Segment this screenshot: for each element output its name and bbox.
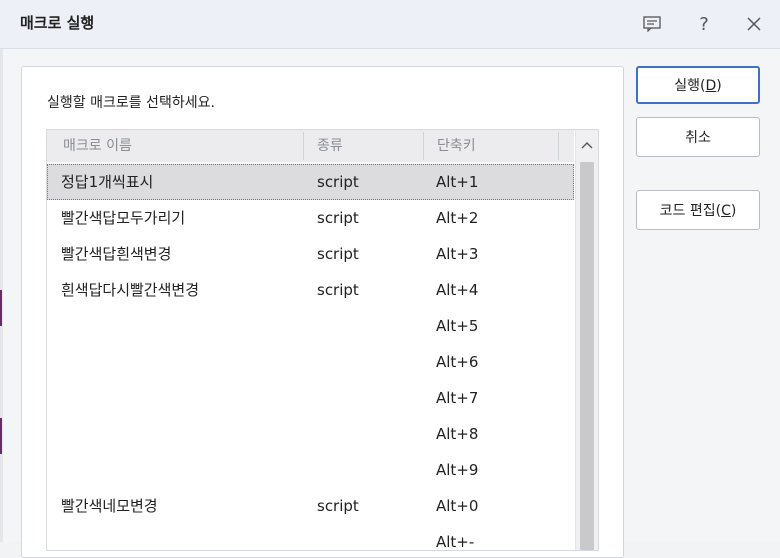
column-divider[interactable] [558,132,559,160]
select-prompt: 실행할 매크로를 선택하세요. [47,95,215,111]
shortcut-cell: Alt+8 [436,425,479,443]
macro-type-cell: script [317,209,359,227]
macro-name-cell: 빨간색네모변경 [61,497,158,515]
macro-type-cell: script [317,281,359,299]
comment-icon[interactable] [638,10,666,38]
help-icon[interactable]: ? [690,10,718,38]
macro-name-cell: 흰색답다시빨간색변경 [61,281,200,299]
edge-marker [0,418,2,454]
scroll-up-icon[interactable] [576,130,598,160]
shortcut-cell: Alt+0 [436,497,479,515]
table-row[interactable]: Alt+6 [47,344,574,380]
table-row[interactable]: Alt+5 [47,308,574,344]
table-row[interactable]: Alt+7 [47,380,574,416]
table-row[interactable]: 빨간색답흰색변경 script Alt+3 [47,236,574,272]
list-header: 매크로 이름 종류 단축키 [47,130,574,162]
table-row[interactable]: 빨간색답모두가리기 script Alt+2 [47,200,574,236]
table-row[interactable]: Alt+9 [47,452,574,488]
shortcut-cell: Alt+4 [436,281,479,299]
macro-list[interactable]: 매크로 이름 종류 단축키 정답1개씩표시 script Alt+1 빨간색답모두가리… [46,129,599,551]
table-row[interactable]: Alt+8 [47,416,574,452]
title-bar: 매크로 실행 ? [0,0,780,49]
vertical-scrollbar[interactable] [575,130,598,550]
macro-name-cell: 빨간색답흰색변경 [61,245,172,263]
macro-name-cell: 정답1개씩표시 [61,173,154,191]
macro-type-cell: script [317,173,359,191]
column-header-name[interactable]: 매크로 이름 [47,130,303,162]
shortcut-cell: Alt+3 [436,245,479,263]
shortcut-cell: Alt+9 [436,461,479,479]
shortcut-cell: Alt+1 [436,173,479,191]
macro-type-cell: script [317,245,359,263]
window-edge [0,0,3,542]
cancel-button[interactable]: 취소 [636,117,760,157]
edit-code-button[interactable]: 코드 편집(C) [636,190,760,230]
table-row[interactable]: 빨간색네모변경 script Alt+0 [47,488,574,524]
shortcut-cell: Alt+- [436,533,475,551]
shortcut-cell: Alt+7 [436,389,479,407]
table-row[interactable]: 흰색답다시빨간색변경 script Alt+4 [47,272,574,308]
shortcut-cell: Alt+6 [436,353,479,371]
dialog-title: 매크로 실행 [20,14,95,32]
edge-marker [0,290,2,326]
shortcut-cell: Alt+2 [436,209,479,227]
close-icon[interactable] [740,10,768,38]
macro-name-cell: 빨간색답모두가리기 [61,209,186,227]
shortcut-cell: Alt+5 [436,317,479,335]
table-row[interactable]: 정답1개씩표시 script Alt+1 [47,164,574,200]
macro-type-cell: script [317,497,359,515]
table-row[interactable]: Alt+- [47,524,574,551]
run-button[interactable]: 실행(D) [636,66,760,104]
macro-run-dialog: 매크로 실행 ? 실행할 매크로를 선택하세요. 매크로 이름 종류 단축키 정… [0,0,780,558]
column-header-shortcut[interactable]: 단축키 [423,130,558,162]
scroll-thumb[interactable] [580,162,594,550]
column-header-type[interactable]: 종류 [303,130,423,162]
